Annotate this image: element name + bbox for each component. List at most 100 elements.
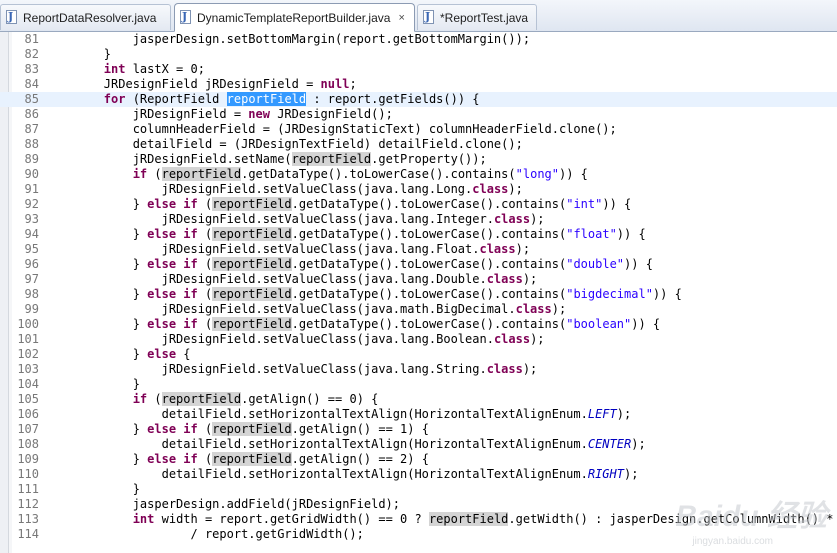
code-token: } [46, 422, 148, 436]
code-text: } else if (reportField.getDataType().toL… [46, 227, 646, 242]
code-line[interactable]: 104 } [0, 377, 837, 392]
close-tab-icon[interactable]: × [398, 12, 404, 24]
code-line[interactable]: 99 jRDesignField.setValueClass(java.math… [0, 302, 837, 317]
code-line[interactable]: 86 jRDesignField = new JRDesignField(); [0, 107, 837, 122]
code-text: detailField.setHorizontalTextAlign(Horiz… [46, 407, 632, 422]
line-number: 106 [17, 407, 39, 421]
code-text: detailField = (JRDesignTextField) detail… [46, 137, 523, 152]
code-line[interactable]: 97 jRDesignField.setValueClass(java.lang… [0, 272, 837, 287]
code-token: ); [616, 407, 632, 421]
code-line[interactable]: 93 jRDesignField.setValueClass(java.lang… [0, 212, 837, 227]
code-text: } [46, 482, 140, 497]
code-token: )) { [602, 197, 632, 211]
code-line[interactable]: 96 } else if (reportField.getDataType().… [0, 257, 837, 272]
code-token: ( [197, 257, 213, 271]
line-number: 85 [24, 92, 39, 106]
occurrence-highlight: reportField [428, 512, 509, 526]
code-token: .getDataType().toLowerCase().contains( [291, 287, 567, 301]
code-text: / report.getGridWidth(); [46, 527, 363, 542]
java-file-icon: J [422, 10, 436, 25]
occurrence-highlight: reportField [212, 227, 292, 241]
code-line[interactable]: 87 columnHeaderField = (JRDesignStaticTe… [0, 122, 837, 137]
code-line[interactable]: 110 detailField.setHorizontalTextAlign(H… [0, 467, 837, 482]
code-token: } [46, 452, 148, 466]
code-token: columnHeaderField = (JRDesignStaticText)… [46, 122, 617, 136]
tab-report-test[interactable]: J *ReportTest.java [417, 4, 537, 30]
code-line[interactable]: 107 } else if (reportField.getAlign() ==… [0, 422, 837, 437]
code-line[interactable]: 106 detailField.setHorizontalTextAlign(H… [0, 407, 837, 422]
code-line[interactable]: 82 } [0, 47, 837, 62]
code-line[interactable]: 88 detailField = (JRDesignTextField) det… [0, 137, 837, 152]
code-line[interactable]: 108 detailField.setHorizontalTextAlign(H… [0, 437, 837, 452]
code-token: class [515, 302, 552, 316]
line-number: 95 [24, 242, 39, 256]
code-text: jasperDesign.addField(jRDesignField); [46, 497, 400, 512]
code-token: else if [147, 197, 198, 211]
tab-dynamic-template-report-builder[interactable]: J DynamicTemplateReportBuilder.java × [174, 3, 415, 32]
code-token: else if [147, 422, 198, 436]
line-number: 84 [24, 77, 39, 91]
code-line[interactable]: 101 jRDesignField.setValueClass(java.lan… [0, 332, 837, 347]
code-token: else if [147, 227, 198, 241]
code-line[interactable]: 103 jRDesignField.setValueClass(java.lan… [0, 362, 837, 377]
code-token: else if [147, 317, 198, 331]
code-line[interactable]: 102 } else { [0, 347, 837, 362]
code-text: if (reportField.getAlign() == 0) { [46, 392, 378, 407]
code-line[interactable]: 100 } else if (reportField.getDataType()… [0, 317, 837, 332]
code-line[interactable]: 98 } else if (reportField.getDataType().… [0, 287, 837, 302]
code-token: ( [197, 287, 213, 301]
code-token: .getAlign() == 0) { [241, 392, 379, 406]
code-token: .getProperty()); [371, 152, 487, 166]
line-number: 94 [24, 227, 39, 241]
code-token: jRDesignField = [46, 107, 249, 121]
occurrence-highlight: reportField [212, 197, 292, 211]
code-text: jRDesignField.setValueClass(java.lang.St… [46, 362, 538, 377]
code-token: new [248, 107, 270, 121]
code-token: )) { [616, 227, 646, 241]
code-token: )) { [652, 287, 682, 301]
code-line[interactable]: 89 jRDesignField.setName(reportField.get… [0, 152, 837, 167]
code-text: JRDesignField jRDesignField = null; [46, 77, 357, 92]
line-number: 97 [24, 272, 39, 286]
code-token: ( [147, 167, 162, 181]
code-line[interactable]: 92 } else if (reportField.getDataType().… [0, 197, 837, 212]
line-number: 96 [24, 257, 39, 271]
code-line[interactable]: 94 } else if (reportField.getDataType().… [0, 227, 837, 242]
java-file-icon: J [5, 10, 19, 25]
code-token: )) { [624, 257, 653, 271]
code-line[interactable]: 105 if (reportField.getAlign() == 0) { [0, 392, 837, 407]
code-token: } [46, 317, 148, 331]
line-number: 105 [17, 392, 39, 406]
code-text: } [46, 377, 140, 392]
code-token: .getAlign() == 1) { [291, 422, 429, 436]
tab-label: *ReportTest.java [440, 10, 529, 25]
code-text: jRDesignField.setValueClass(java.lang.Do… [46, 272, 538, 287]
code-token: )) { [559, 167, 588, 181]
code-text: detailField.setHorizontalTextAlign(Horiz… [46, 437, 646, 452]
tab-report-data-resolver[interactable]: J ReportDataResolver.java [0, 4, 171, 30]
code-editor[interactable]: 81 jasperDesign.setBottomMargin(report.g… [0, 32, 837, 553]
code-token: } [46, 47, 112, 61]
code-text: columnHeaderField = (JRDesignStaticText)… [46, 122, 617, 137]
code-text: detailField.setHorizontalTextAlign(Horiz… [46, 467, 639, 482]
line-number: 86 [24, 107, 39, 121]
code-token: .getDataType().toLowerCase().contains( [291, 257, 567, 271]
code-line[interactable]: 95 jRDesignField.setValueClass(java.lang… [0, 242, 837, 257]
code-token: if [132, 392, 148, 406]
line-number: 111 [17, 482, 39, 496]
code-text: jRDesignField.setValueClass(java.lang.In… [46, 212, 545, 227]
code-token: ( [197, 452, 213, 466]
code-token: jRDesignField.setValueClass(java.lang.St… [46, 362, 487, 376]
code-line[interactable]: 109 } else if (reportField.getAlign() ==… [0, 452, 837, 467]
code-token: lastX = 0; [125, 62, 205, 76]
line-number: 93 [24, 212, 39, 226]
code-line[interactable]: 84 JRDesignField jRDesignField = null; [0, 77, 837, 92]
editor-tab-bar: J ReportDataResolver.java J DynamicTempl… [0, 0, 837, 32]
code-line[interactable]: 81 jasperDesign.setBottomMargin(report.g… [0, 32, 837, 47]
code-line[interactable]: 91 jRDesignField.setValueClass(java.lang… [0, 182, 837, 197]
code-line[interactable]: 90 if (reportField.getDataType().toLower… [0, 167, 837, 182]
code-line[interactable]: 83 int lastX = 0; [0, 62, 837, 77]
code-line[interactable]: 85 for (ReportField reportField : report… [0, 92, 837, 107]
